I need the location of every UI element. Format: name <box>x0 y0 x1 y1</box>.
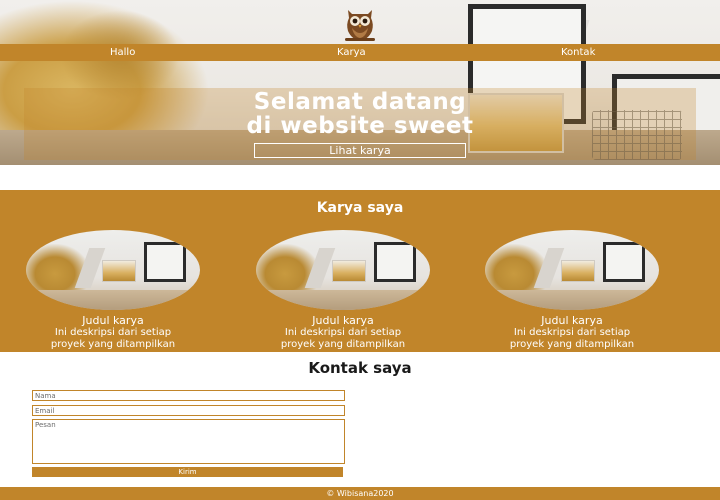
work-description-line-2: proyek yang ditampilkan <box>280 339 406 350</box>
works-section: Karya saya Judul karya Ini deskripsi dar… <box>0 190 720 352</box>
hero-title-line-1: Selamat datang <box>253 89 467 115</box>
nav-link-hallo[interactable]: Hallo <box>110 44 135 61</box>
work-title: Judul karya <box>312 314 374 327</box>
work-description-line-2: proyek yang ditampilkan <box>509 339 635 350</box>
contact-title: Kontak saya <box>308 359 412 377</box>
view-works-button[interactable]: Lihat karya <box>254 143 466 158</box>
work-description: Ini deskripsi dari setiap proyek yang di… <box>13 327 213 351</box>
work-image <box>485 230 659 310</box>
owl-icon[interactable] <box>340 4 380 42</box>
work-title: Judul karya <box>541 314 603 327</box>
hero-title-line-2: di website sweet <box>246 113 474 139</box>
nav-link-karya[interactable]: Karya <box>337 44 366 61</box>
work-description-line-1: Ini deskripsi dari setiap <box>54 327 172 338</box>
work-card[interactable]: Judul karya Ini deskripsi dari setiap pr… <box>472 228 672 351</box>
nav-link-kontak[interactable]: Kontak <box>561 44 595 61</box>
footer: © Wibisana2020 <box>0 487 720 500</box>
message-field[interactable] <box>32 419 345 464</box>
work-title: Judul karya <box>82 314 144 327</box>
top-navbar: Hallo Karya Kontak <box>0 44 720 61</box>
hero-title: Selamat datang di website sweet <box>150 90 570 138</box>
hero-section: Hallo Karya Kontak Selamat datang di web… <box>0 0 720 165</box>
works-title: Karya saya <box>316 200 404 216</box>
footer-copyright: © Wibisana2020 <box>326 489 394 498</box>
work-card[interactable]: Judul karya Ini deskripsi dari setiap pr… <box>13 228 213 351</box>
send-button[interactable]: Kirim <box>32 467 343 477</box>
work-card[interactable]: Judul karya Ini deskripsi dari setiap pr… <box>243 228 443 351</box>
work-image <box>256 230 430 310</box>
name-field[interactable] <box>32 390 345 401</box>
work-description-line-1: Ini deskripsi dari setiap <box>284 327 402 338</box>
email-field[interactable] <box>32 405 345 416</box>
work-description-line-2: proyek yang ditampilkan <box>50 339 176 350</box>
work-description-line-1: Ini deskripsi dari setiap <box>513 327 631 338</box>
work-description: Ini deskripsi dari setiap proyek yang di… <box>472 327 672 351</box>
work-description: Ini deskripsi dari setiap proyek yang di… <box>243 327 443 351</box>
work-image <box>26 230 200 310</box>
